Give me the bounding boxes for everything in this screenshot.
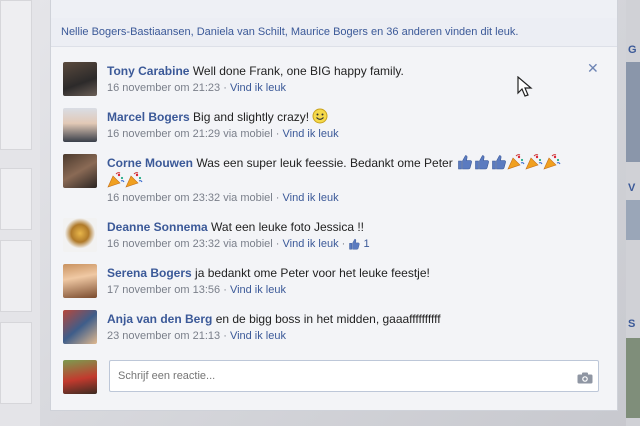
thumbs-up-icon [475, 155, 489, 170]
right-rail-thumbnail[interactable] [626, 62, 640, 162]
meta-separator: · [223, 284, 227, 296]
comment-like-count[interactable]: 1 [363, 238, 369, 250]
comments-card: Nellie Bogers-Bastiaansen, Daniela van S… [50, 0, 618, 411]
comment-meta: 23 november om 21:13 · Vind ik leuk [107, 330, 286, 342]
top-strip [51, 0, 617, 18]
comment-meta: 16 november om 23:32 via mobiel · Vind i… [107, 192, 339, 204]
meta-separator: · [275, 192, 280, 204]
left-panel-block [0, 0, 32, 150]
comment-author[interactable]: Marcel Bogers [107, 110, 190, 124]
likes-summary-bar: Nellie Bogers-Bastiaansen, Daniela van S… [51, 18, 617, 47]
party-popper-icon [107, 172, 125, 188]
right-rail-letter: V [628, 182, 636, 194]
comment-timestamp[interactable]: 23 november om 21:13 [107, 330, 220, 342]
comment-via: via mobiel [223, 238, 273, 250]
avatar[interactable] [63, 62, 97, 96]
comment-text: Well done Frank, one BIG happy family. [192, 64, 404, 78]
left-panel-block [0, 240, 32, 312]
like-comment-link[interactable]: Vind ik leuk [283, 238, 339, 250]
comment-text: en de bigg boss in het midden, gaaafffff… [215, 312, 441, 326]
comment-author[interactable]: Corne Mouwen [107, 156, 193, 170]
avatar[interactable] [63, 218, 97, 252]
like-comment-link[interactable]: Vind ik leuk [283, 192, 339, 204]
comment-author[interactable]: Anja van den Berg [107, 312, 212, 326]
left-panel-block [0, 322, 32, 404]
comment-author[interactable]: Serena Bogers [107, 266, 192, 280]
current-user-avatar[interactable] [63, 360, 97, 394]
right-rail-thumbnail[interactable] [626, 338, 640, 418]
comment-body: Anja van den Berg en de bigg boss in het… [107, 310, 577, 328]
screen: G V S Nellie Bogers-Bastiaansen, Daniela… [0, 0, 640, 426]
comment-timestamp[interactable]: 16 november om 23:32 [107, 192, 220, 204]
right-sidebar: G V S [626, 0, 640, 426]
comment-text: Was een super leuk feessie. Bedankt ome … [196, 156, 453, 170]
reply-row [63, 358, 603, 394]
meta-separator: · [223, 82, 227, 94]
likes-summary[interactable]: Nellie Bogers-Bastiaansen, Daniela van S… [61, 26, 518, 38]
smiley-icon [312, 108, 328, 124]
comment-meta: 17 november om 13:56 · Vind ik leuk [107, 284, 286, 296]
comment-timestamp[interactable]: 17 november om 13:56 [107, 284, 220, 296]
comment-input[interactable] [109, 360, 599, 392]
comment-text: Big and slightly crazy! [193, 110, 310, 124]
like-comment-link[interactable]: Vind ik leuk [230, 284, 286, 296]
like-comment-link[interactable]: Vind ik leuk [283, 128, 339, 140]
comment-body: Deanne Sonnema Wat een leuke foto Jessic… [107, 218, 577, 236]
comment-via: via mobiel [223, 192, 273, 204]
comment-via: via mobiel [223, 128, 273, 140]
comment-body: Corne Mouwen Was een super leuk feessie.… [107, 154, 577, 190]
meta-separator: · [275, 238, 280, 250]
left-panel-block [0, 168, 32, 230]
thumbs-up-icon [349, 238, 360, 250]
meta-separator: · [223, 330, 227, 342]
right-rail-letter: G [628, 44, 637, 56]
thumbs-up-icon [492, 155, 506, 170]
party-popper-icon [543, 154, 561, 170]
right-rail-thumbnail[interactable] [626, 200, 640, 240]
like-comment-link[interactable]: Vind ik leuk [230, 330, 286, 342]
comment-body: Tony Carabine Well done Frank, one BIG h… [107, 62, 577, 80]
comment-text: Wat een leuke foto Jessica !! [211, 220, 365, 234]
comment-timestamp[interactable]: 16 november om 23:32 [107, 238, 220, 250]
left-sidebar [0, 0, 40, 426]
camera-icon[interactable] [577, 372, 593, 384]
avatar[interactable] [63, 264, 97, 298]
comment-meta: 16 november om 21:29 via mobiel · Vind i… [107, 128, 339, 140]
avatar[interactable] [63, 108, 97, 142]
comment-meta: 16 november om 23:32 via mobiel · Vind i… [107, 238, 370, 250]
comment-body: Marcel Bogers Big and slightly crazy! [107, 108, 577, 126]
meta-separator: · [341, 238, 346, 250]
right-rail-letter: S [628, 318, 636, 330]
comment-meta: 16 november om 21:23 · Vind ik leuk [107, 82, 286, 94]
thumbs-up-icon [458, 155, 472, 170]
comment-author[interactable]: Tony Carabine [107, 64, 189, 78]
party-popper-icon [507, 154, 525, 170]
avatar[interactable] [63, 154, 97, 188]
close-icon[interactable]: ✕ [587, 60, 599, 77]
comment-timestamp[interactable]: 16 november om 21:23 [107, 82, 220, 94]
avatar[interactable] [63, 310, 97, 344]
party-popper-icon [125, 172, 143, 188]
comment-author[interactable]: Deanne Sonnema [107, 220, 208, 234]
comment-text: ja bedankt ome Peter voor het leuke fees… [195, 266, 430, 280]
meta-separator: · [275, 128, 280, 140]
party-popper-icon [525, 154, 543, 170]
comment-body: Serena Bogers ja bedankt ome Peter voor … [107, 264, 577, 282]
comment-timestamp[interactable]: 16 november om 21:29 [107, 128, 220, 140]
like-comment-link[interactable]: Vind ik leuk [230, 82, 286, 94]
